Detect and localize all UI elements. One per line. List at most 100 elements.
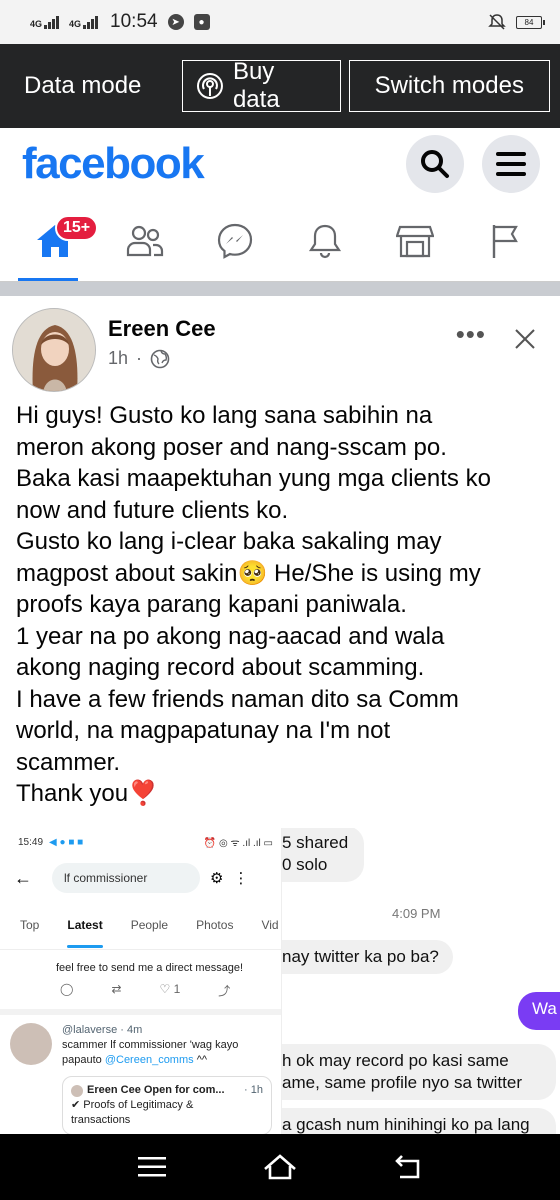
app-header: facebook [0, 128, 560, 200]
post-line: scammer. [16, 748, 121, 776]
tab-messenger[interactable] [205, 211, 265, 271]
signal-icon: 4G [30, 15, 60, 29]
chat-bubble-received: 5 shared 0 solo [282, 828, 364, 882]
feed-separator [0, 282, 560, 296]
chat-bubble-sent: Wa [518, 992, 560, 1030]
broadcast-icon [196, 73, 223, 99]
active-tab-indicator [18, 278, 78, 281]
recent-apps-icon[interactable] [138, 1156, 166, 1178]
chat-bubble-received: a gcash num hinihingi ko pa lang [282, 1108, 556, 1134]
avatar[interactable] [12, 308, 96, 392]
post-author[interactable]: Ereen Cee [108, 316, 216, 342]
more-vert-icon: ⋮ [233, 870, 249, 887]
separator-dot: · [136, 348, 143, 368]
post-meta: Ereen Cee 1h · [108, 308, 216, 396]
chat-text: a gcash num hinihingi ko pa lang [282, 1115, 530, 1134]
post-images[interactable]: 15:49 ◀ ● ■ ■ ⏰ ◎ ᯤ .ıl .ıl ▭ ← lf commi… [0, 828, 560, 1134]
status-bar: 4G 4G 10:54 ➤ ● 84 [0, 0, 560, 44]
retweet-icon: ⇄ [111, 982, 122, 996]
twitter-search-row: ← lf commissioner ⚙ ⋮ [0, 856, 281, 900]
twitter-avatar [10, 1023, 52, 1065]
tab-friends[interactable] [115, 211, 175, 271]
avatar-illustration [13, 309, 95, 391]
filter-icon: ⚙ [210, 870, 224, 887]
post-line: I have a few friends naman dito sa Comm [16, 685, 459, 713]
twitter-tweet-body: @lalaverse · 4m scammer lf commissioner … [62, 1023, 272, 1134]
twitter-search-input: lf commissioner [52, 863, 200, 893]
back-icon[interactable] [394, 1155, 422, 1179]
twitter-tabs: Top Latest People Photos Vid [0, 900, 281, 950]
facebook-logo[interactable]: facebook [22, 139, 205, 189]
flag-icon [492, 224, 518, 258]
search-button[interactable] [406, 135, 464, 193]
tab-notifications[interactable] [295, 211, 355, 271]
post-line: 1 year na po akong nag-aacad and wala [16, 622, 445, 650]
post-line: magpost about sakin🥺 He/She is using my [16, 559, 481, 587]
post-time[interactable]: 1h [108, 348, 128, 369]
post-image-chat[interactable]: 5 shared 0 solo 4:09 PM nay twitter ka p… [282, 828, 560, 1134]
buy-data-button[interactable]: Buy data [182, 58, 341, 113]
chat-text: 5 shared [282, 833, 349, 852]
tab-bar: 15+ [0, 200, 560, 282]
post-line: akong naging record about scamming. [16, 654, 425, 681]
twitter-tweet-actions: ◯ ⇄ ♡ 1 ⤴ [0, 974, 281, 1015]
twitter-tweet-text: scammer lf commissioner 'wag kayo [62, 1039, 239, 1051]
status-right: 84 [488, 13, 545, 31]
twitter-tweet: @lalaverse · 4m scammer lf commissioner … [0, 1015, 281, 1134]
twitter-statusbar: 15:49 ◀ ● ■ ■ ⏰ ◎ ᯤ .ıl .ıl ▭ [18, 836, 273, 850]
compass-icon: ➤ [167, 14, 184, 30]
home-nav-icon[interactable] [262, 1153, 298, 1181]
system-nav-bar [0, 1134, 560, 1200]
post-subline: 1h · [108, 348, 216, 369]
header-actions [388, 135, 540, 193]
search-icon [421, 150, 449, 178]
status-left: 4G 4G 10:54 ➤ ● [30, 11, 210, 33]
quote-time: · 1h [244, 1084, 263, 1096]
signal-label: 4G [30, 18, 43, 29]
chat-text: Wa [532, 999, 557, 1018]
post-actions: ••• [456, 308, 546, 396]
post-image-twitter[interactable]: 15:49 ◀ ● ■ ■ ⏰ ◎ ᯤ .ıl .ıl ▭ ← lf commi… [0, 828, 282, 1134]
post-line: Baka kasi maapektuhan yung mga clients k… [16, 465, 491, 492]
post-line: now and future clients ko. [16, 496, 289, 524]
switch-modes-button[interactable]: Switch modes [348, 60, 550, 112]
signal-icon-2: 4G [69, 15, 99, 29]
twitter-quote-card: Ereen Cee Open for com... · 1h ✔ Proofs … [62, 1076, 272, 1134]
feed-post: Ereen Cee 1h · ••• Hi guys! Gusto ko lan… [0, 296, 560, 810]
tab-marketplace[interactable] [385, 211, 445, 271]
like-count: 1 [173, 982, 181, 996]
globe-icon [150, 349, 170, 368]
hamburger-icon [496, 152, 526, 176]
tab-pages[interactable] [475, 211, 535, 271]
battery-level: 84 [524, 17, 534, 27]
chat-text: ame, same profile nyo sa twitter [282, 1073, 522, 1092]
post-line: world, na magpapatunay na I'm not [16, 717, 391, 744]
data-mode-bar: Data mode Buy data Switch modes [0, 44, 560, 128]
notification-badge: 15+ [55, 214, 99, 241]
buy-data-label: Buy data [232, 58, 280, 113]
quote-line: transactions [71, 1114, 131, 1126]
twitter-handle: @lalaverse · 4m [62, 1024, 143, 1036]
signal-label-2: 4G [69, 18, 82, 29]
twitter-tab: Top [20, 917, 40, 932]
twitter-tab: Photos [196, 917, 234, 932]
chat-text: h ok may record po kasi same [282, 1051, 509, 1070]
post-line: meron akong poser and nang-sscam po. [16, 433, 447, 461]
reply-icon: ◯ [60, 982, 74, 996]
twitter-tab-active: Latest [67, 917, 104, 948]
bell-icon [308, 224, 342, 258]
post-line: Thank you❣️ [16, 780, 158, 807]
back-arrow-icon: ← [14, 867, 32, 888]
post-body: Hi guys! Gusto ko lang sana sabihin na m… [0, 396, 560, 810]
chat-text: 0 solo [282, 855, 328, 874]
chat-timestamp: 4:09 PM [392, 906, 441, 921]
more-options-icon[interactable]: ••• [456, 321, 486, 347]
twitter-tweet-text-2: papauto [62, 1054, 102, 1066]
close-icon[interactable] [514, 328, 536, 350]
twitter-search-text: lf commissioner [64, 871, 148, 885]
switch-modes-label: Switch modes [374, 72, 524, 99]
twitter-tweet-suffix: ^^ [196, 1054, 208, 1066]
chat-bubble-received: nay twitter ka po ba? [282, 940, 453, 974]
menu-button[interactable] [482, 135, 540, 193]
tab-home[interactable]: 15+ [25, 211, 99, 271]
